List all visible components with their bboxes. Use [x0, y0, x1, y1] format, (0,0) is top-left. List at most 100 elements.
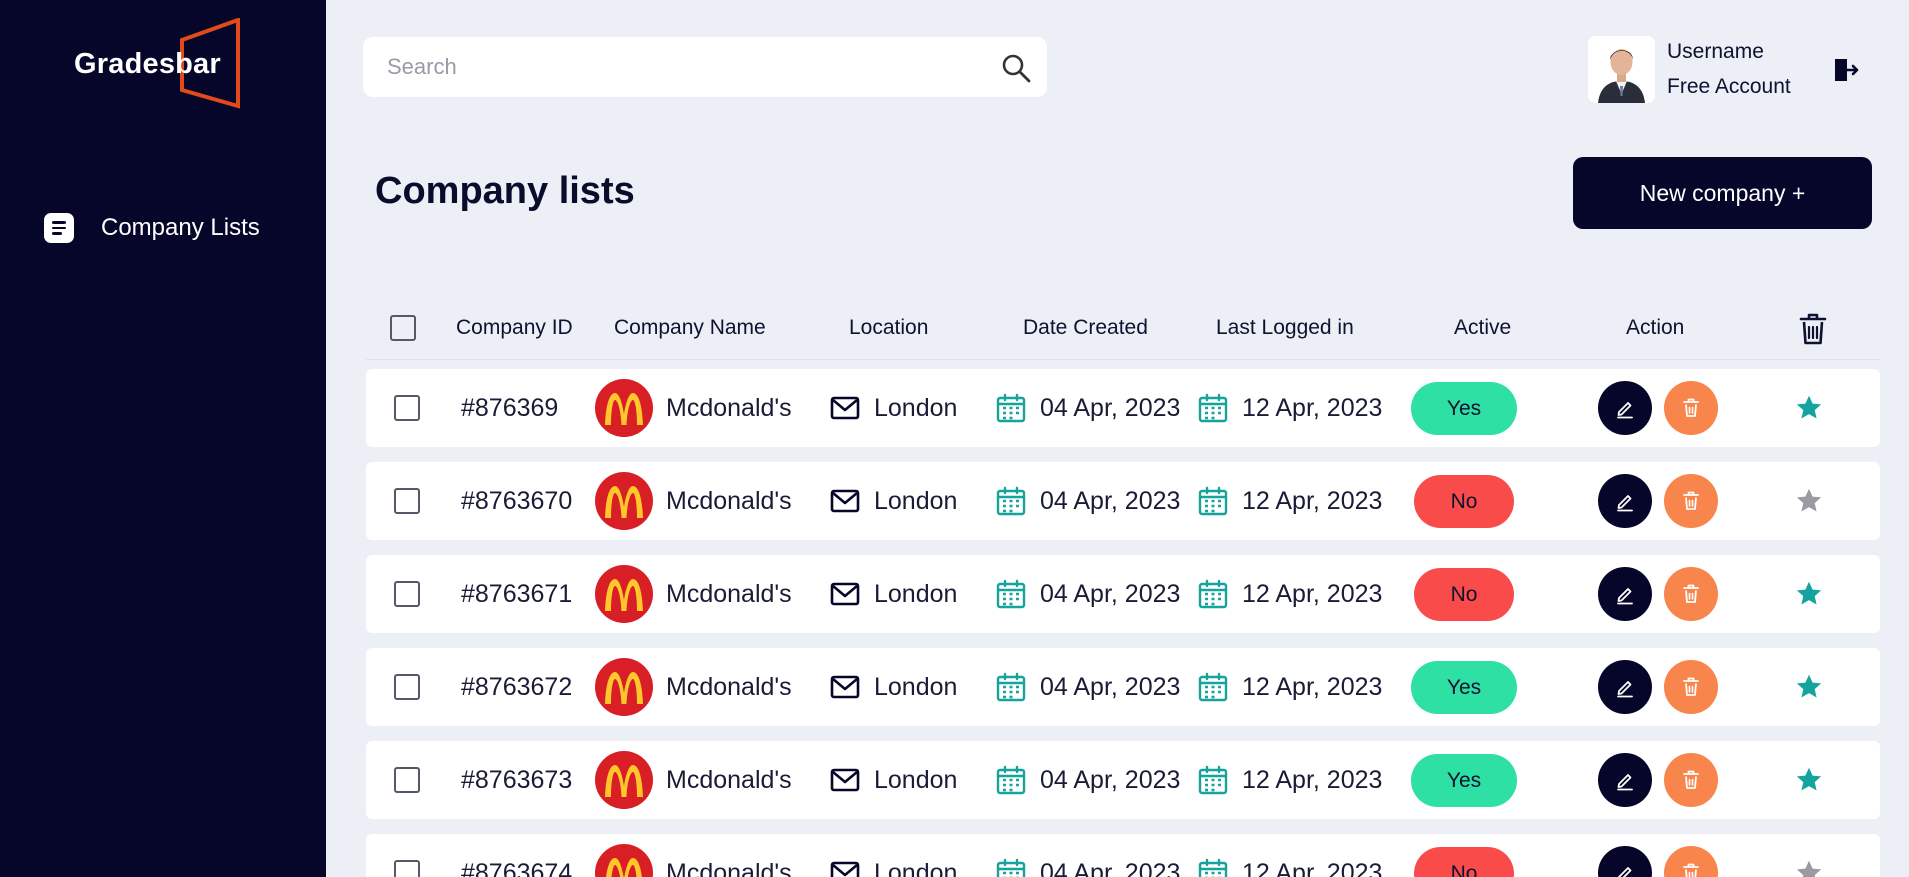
pencil-icon: [1617, 681, 1633, 698]
row-checkbox[interactable]: [394, 860, 420, 877]
last-logged-in-cell: 12 Apr, 2023: [1198, 462, 1382, 540]
calendar-icon: [1198, 393, 1228, 423]
pencil-icon: [1617, 588, 1633, 605]
table-row[interactable]: #8763674 Mcdonald's London 04 Apr, 2023: [366, 834, 1880, 877]
user-profile[interactable]: Username Free Account: [1588, 36, 1868, 104]
star-icon[interactable]: [1795, 859, 1823, 877]
delete-selected-icon[interactable]: [1797, 312, 1829, 346]
company-table-body: #876369 Mcdonald's London 04 Apr, 2023 1…: [366, 369, 1880, 877]
location: London: [874, 486, 958, 515]
company-name-cell: Mcdonald's: [595, 462, 792, 540]
logout-icon[interactable]: [1832, 56, 1860, 84]
company-name[interactable]: Mcdonald's: [666, 394, 792, 423]
company-id: #8763670: [461, 486, 573, 515]
company-name[interactable]: Mcdonald's: [666, 487, 792, 516]
active-status-badge[interactable]: No: [1414, 475, 1514, 528]
pencil-icon: [1617, 495, 1633, 512]
row-checkbox[interactable]: [394, 395, 420, 421]
date-created: 04 Apr, 2023: [1040, 579, 1181, 608]
header-company-name[interactable]: Company Name: [614, 296, 766, 360]
new-company-button[interactable]: New company +: [1573, 157, 1872, 229]
company-name-cell: Mcdonald's: [595, 555, 792, 633]
calendar-icon: [1198, 858, 1228, 877]
table-row[interactable]: #8763671 Mcdonald's London 04 Apr, 2023: [366, 555, 1880, 633]
mail-icon: [830, 768, 860, 792]
last-logged-in-cell: 12 Apr, 2023: [1198, 834, 1382, 877]
header-action: Action: [1626, 316, 1685, 339]
company-name[interactable]: Mcdonald's: [666, 580, 792, 609]
trash-icon: [1683, 770, 1699, 789]
delete-button[interactable]: [1664, 660, 1718, 714]
last-logged-in-cell: 12 Apr, 2023: [1198, 369, 1382, 447]
header-active[interactable]: Active: [1454, 296, 1511, 360]
edit-button[interactable]: [1598, 660, 1652, 714]
table-row[interactable]: #8763672 Mcdonald's London 04 Apr, 2023: [366, 648, 1880, 726]
company-name-cell: Mcdonald's: [595, 834, 792, 877]
active-status-badge[interactable]: Yes: [1411, 382, 1517, 435]
active-status-badge[interactable]: No: [1414, 847, 1514, 877]
star-icon[interactable]: [1795, 394, 1823, 422]
mcdonalds-logo-icon: [595, 844, 653, 877]
header-company-id[interactable]: Company ID: [456, 296, 573, 360]
edit-button[interactable]: [1598, 753, 1652, 807]
last-logged-in: 12 Apr, 2023: [1242, 486, 1383, 515]
header-last-logged-in[interactable]: Last Logged in: [1216, 296, 1354, 360]
select-all-checkbox[interactable]: [390, 315, 416, 341]
trash-icon: [1683, 863, 1699, 877]
delete-button[interactable]: [1664, 567, 1718, 621]
location: London: [874, 858, 958, 877]
star-icon[interactable]: [1795, 766, 1823, 794]
table-row[interactable]: #8763673 Mcdonald's London 04 Apr, 2023: [366, 741, 1880, 819]
row-checkbox[interactable]: [394, 488, 420, 514]
calendar-icon: [996, 486, 1026, 516]
edit-button[interactable]: [1598, 381, 1652, 435]
date-created: 04 Apr, 2023: [1040, 486, 1181, 515]
date-created: 04 Apr, 2023: [1040, 672, 1181, 701]
edit-button[interactable]: [1598, 474, 1652, 528]
header-location[interactable]: Location: [849, 296, 928, 360]
brand-logo[interactable]: Gradesbar: [72, 18, 244, 110]
star-icon[interactable]: [1795, 673, 1823, 701]
last-logged-in: 12 Apr, 2023: [1242, 393, 1383, 422]
search-input[interactable]: [387, 37, 987, 97]
last-logged-in-cell: 12 Apr, 2023: [1198, 555, 1382, 633]
star-icon[interactable]: [1795, 580, 1823, 608]
table-row[interactable]: #8763670 Mcdonald's London 04 Apr, 2023: [366, 462, 1880, 540]
company-name[interactable]: Mcdonald's: [666, 766, 792, 795]
active-status-badge[interactable]: Yes: [1411, 754, 1517, 807]
calendar-icon: [996, 672, 1026, 702]
search-icon[interactable]: [1001, 53, 1031, 83]
calendar-icon: [996, 858, 1026, 877]
trash-icon: [1683, 584, 1699, 603]
sidebar-item-company-lists[interactable]: Company Lists: [44, 210, 304, 246]
mcdonalds-logo-icon: [595, 565, 653, 623]
star-icon[interactable]: [1795, 487, 1823, 515]
delete-button[interactable]: [1664, 474, 1718, 528]
page-title: Company lists: [375, 170, 635, 212]
edit-button[interactable]: [1598, 846, 1652, 877]
date-created-cell: 04 Apr, 2023: [996, 555, 1180, 633]
company-name[interactable]: Mcdonald's: [666, 859, 792, 877]
delete-button[interactable]: [1664, 753, 1718, 807]
company-name[interactable]: Mcdonald's: [666, 673, 792, 702]
last-logged-in-cell: 12 Apr, 2023: [1198, 741, 1382, 819]
active-status-badge[interactable]: Yes: [1411, 661, 1517, 714]
location: London: [874, 393, 958, 422]
company-id: #8763674: [461, 858, 573, 877]
trash-icon: [1683, 677, 1699, 696]
calendar-icon: [996, 393, 1026, 423]
mail-icon: [830, 675, 860, 699]
search-bar: [363, 37, 1047, 97]
row-checkbox[interactable]: [394, 674, 420, 700]
edit-button[interactable]: [1598, 567, 1652, 621]
table-row[interactable]: #876369 Mcdonald's London 04 Apr, 2023 1…: [366, 369, 1880, 447]
last-logged-in: 12 Apr, 2023: [1242, 858, 1383, 877]
date-created-cell: 04 Apr, 2023: [996, 834, 1180, 877]
delete-button[interactable]: [1664, 381, 1718, 435]
header-date-created[interactable]: Date Created: [1023, 296, 1148, 360]
row-checkbox[interactable]: [394, 581, 420, 607]
company-name-cell: Mcdonald's: [595, 648, 792, 726]
delete-button[interactable]: [1664, 846, 1718, 877]
row-checkbox[interactable]: [394, 767, 420, 793]
active-status-badge[interactable]: No: [1414, 568, 1514, 621]
